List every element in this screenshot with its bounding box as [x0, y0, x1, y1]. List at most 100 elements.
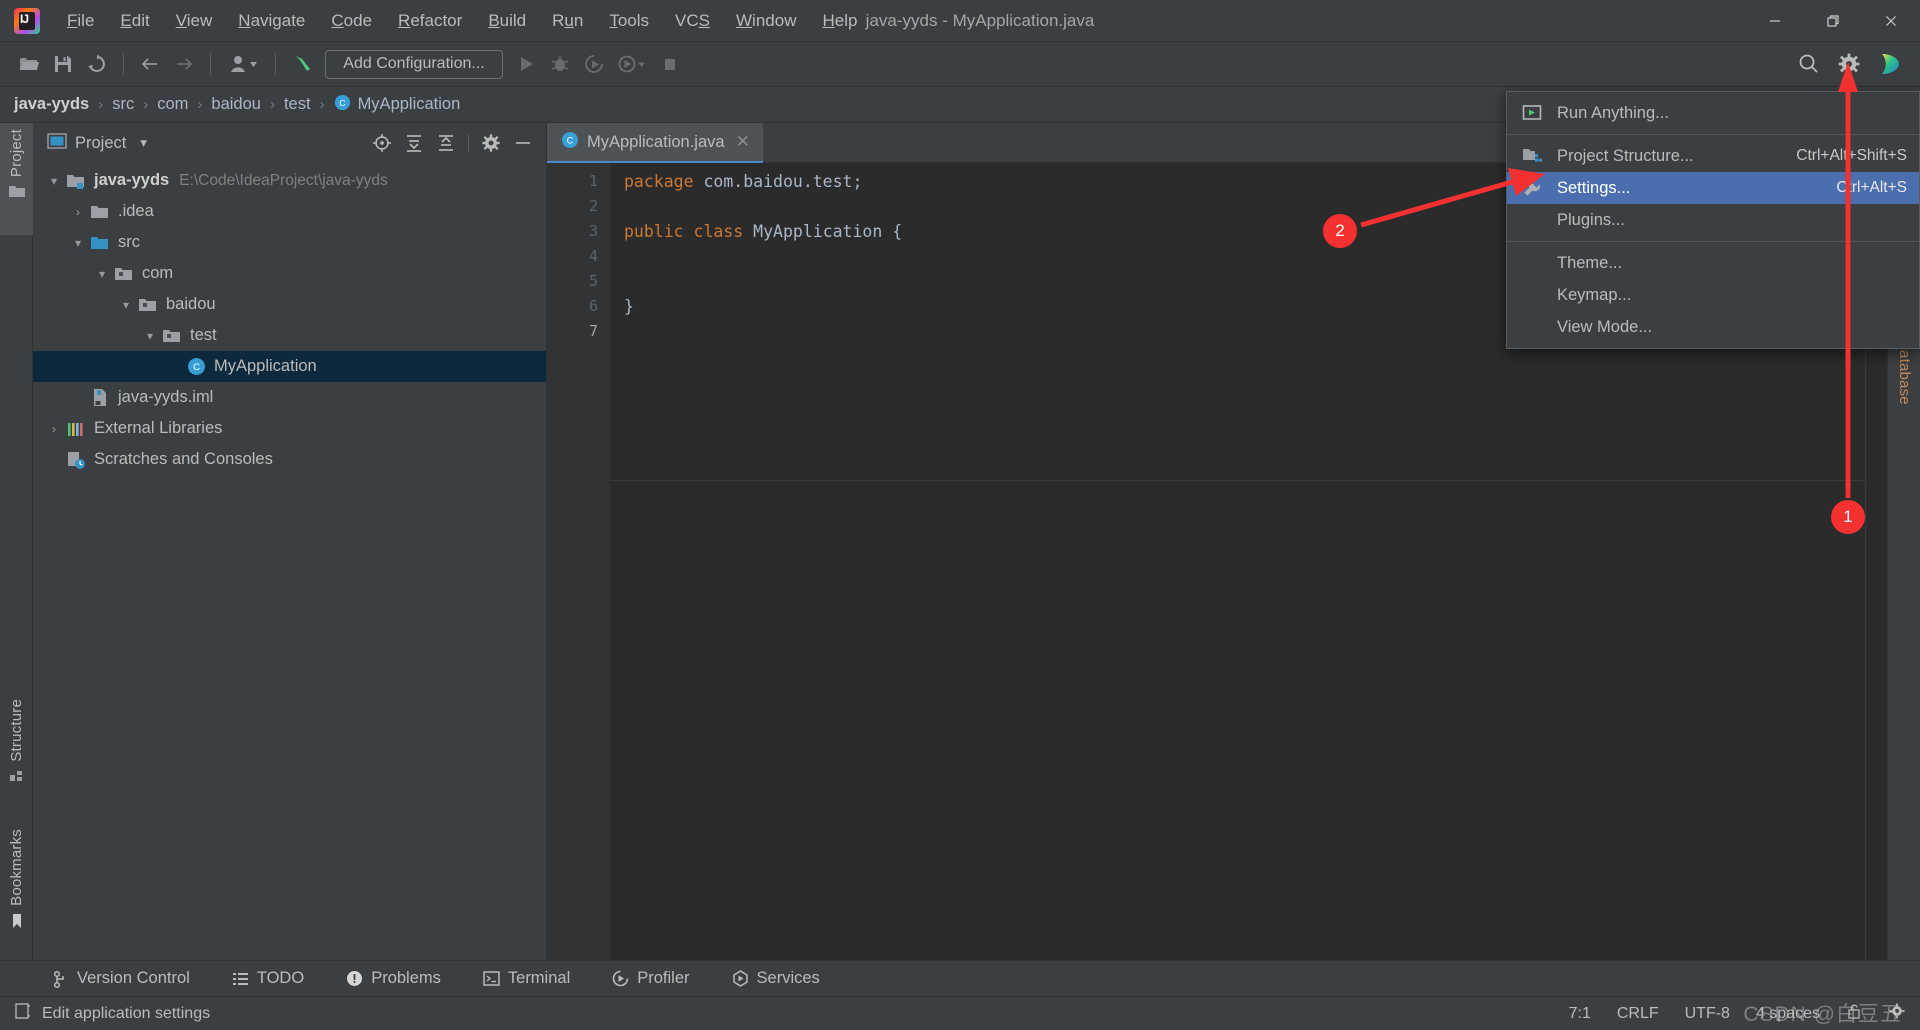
line-separator[interactable]: CRLF [1617, 1005, 1659, 1023]
menu-item-viewmode[interactable]: View Mode... [1507, 311, 1919, 343]
stop-icon[interactable] [653, 47, 687, 81]
synchronize-icon[interactable] [80, 47, 114, 81]
run-configuration-selector[interactable]: Add Configuration... [325, 50, 503, 79]
breadcrumb-item-baidou[interactable]: baidou [211, 95, 261, 114]
menu-refactor[interactable]: Refactor [385, 7, 475, 35]
chevron-down-icon[interactable]: ▾ [140, 135, 147, 151]
indent-setting[interactable]: 4 spaces [1756, 1005, 1820, 1023]
tree-node-scratchesandconsoles[interactable]: Scratches and Consoles [33, 444, 546, 475]
tree-node-src[interactable]: ▾ src [33, 227, 546, 258]
tree-node-idea[interactable]: ›.idea [33, 196, 546, 227]
menu-vcs[interactable]: VCS [662, 7, 723, 35]
project-tree[interactable]: ▾java-yydsE:\Code\IdeaProject\java-yyds›… [33, 163, 546, 475]
select-opened-file-icon[interactable] [367, 128, 397, 158]
menu-window[interactable]: Window [723, 7, 809, 35]
breadcrumb-item-class[interactable]: CMyApplication [334, 94, 461, 116]
toolwindow-todo[interactable]: TODO [226, 966, 310, 991]
sidebar-item-database[interactable]: Database [1888, 333, 1920, 461]
unlock-icon[interactable] [1846, 1002, 1862, 1025]
menu-build[interactable]: Build [475, 7, 539, 35]
tree-node-label: External Libraries [94, 419, 222, 438]
settings-popup-menu[interactable]: Run Anything... Project Structure...Ctrl+… [1506, 91, 1920, 349]
search-everywhere-icon[interactable] [1792, 47, 1826, 81]
menu-item-label: Keymap... [1557, 286, 1893, 305]
build-project-icon[interactable] [285, 47, 319, 81]
project-panel-title: Project [75, 134, 126, 153]
tree-node-javayyds[interactable]: ▾java-yydsE:\Code\IdeaProject\java-yyds [33, 165, 546, 196]
breadcrumb-separator: › [270, 96, 275, 113]
navigate-forward-icon[interactable] [167, 47, 201, 81]
status-message-group: Edit application settings [14, 1002, 210, 1025]
minimize-button[interactable] [1746, 0, 1804, 42]
tree-node-label: com [142, 264, 173, 283]
debug-icon[interactable] [543, 47, 577, 81]
menu-item-settings[interactable]: Settings...Ctrl+Alt+S [1507, 172, 1919, 204]
chevron-right-icon[interactable]: › [43, 422, 65, 436]
toolwindow-versioncontrol[interactable]: Version Control [46, 966, 196, 991]
breadcrumb-item-src[interactable]: src [112, 95, 134, 114]
tree-node-baidou[interactable]: ▾baidou [33, 289, 546, 320]
inspections-icon[interactable] [1888, 1002, 1906, 1025]
menu-tools[interactable]: Tools [596, 7, 662, 35]
close-icon[interactable]: ✕ [733, 132, 753, 152]
open-project-icon[interactable] [12, 47, 46, 81]
sidebar-item-project[interactable]: Project [0, 123, 33, 235]
navigate-back-icon[interactable] [133, 47, 167, 81]
settings-gear-icon[interactable] [1832, 47, 1866, 81]
maximize-restore-button[interactable] [1804, 0, 1862, 42]
chevron-down-icon[interactable]: ▾ [43, 174, 65, 188]
toolwindow-problems[interactable]: Problems [340, 966, 447, 991]
menu-file[interactable]: File [54, 7, 107, 35]
menu-code[interactable]: Code [318, 7, 385, 35]
chevron-down-icon[interactable]: ▾ [139, 329, 161, 343]
save-all-icon[interactable] [46, 47, 80, 81]
menu-item-runanything[interactable]: Run Anything... [1507, 97, 1919, 129]
menu-navigate[interactable]: Navigate [225, 7, 318, 35]
menu-help[interactable]: Help [809, 7, 870, 35]
user-profile-icon[interactable] [220, 47, 266, 81]
chevron-down-icon[interactable]: ▾ [91, 267, 113, 281]
menu-edit[interactable]: Edit [107, 7, 162, 35]
close-button[interactable] [1862, 0, 1920, 42]
caret-position[interactable]: 7:1 [1569, 1005, 1591, 1023]
breadcrumb-item-com[interactable]: com [157, 95, 188, 114]
run-with-coverage-icon[interactable] [577, 47, 611, 81]
toolwindow-label: Terminal [508, 969, 570, 988]
menu-item-theme[interactable]: Theme... [1507, 247, 1919, 279]
chevron-right-icon[interactable]: › [67, 205, 89, 219]
file-encoding[interactable]: UTF-8 [1685, 1005, 1730, 1023]
editor-tab-label: MyApplication.java [587, 133, 725, 152]
tree-node-javayydsiml[interactable]: java-yyds.iml [33, 382, 546, 413]
toolwindow-profiler[interactable]: Profiler [606, 966, 695, 991]
chevron-down-icon[interactable]: ▾ [67, 236, 89, 250]
hide-panel-icon[interactable] [508, 128, 538, 158]
window-controls[interactable] [1746, 0, 1920, 42]
menu-item-projectstructure[interactable]: Project Structure...Ctrl+Alt+Shift+S [1507, 140, 1919, 172]
tree-node-test[interactable]: ▾test [33, 320, 546, 351]
tree-node-com[interactable]: ▾ com [33, 258, 546, 289]
tree-node-label: src [118, 233, 140, 252]
editor-tab-myapplication[interactable]: C MyApplication.java ✕ [547, 123, 763, 163]
run-icon[interactable] [509, 47, 543, 81]
sidebar-item-bookmarks[interactable]: Bookmarks [0, 823, 33, 965]
toolwindow-terminal[interactable]: Terminal [477, 966, 576, 991]
ide-updates-icon[interactable] [1872, 47, 1906, 81]
menu-bar[interactable]: FileEditViewNavigateCodeRefactorBuildRun… [54, 7, 870, 35]
collapse-all-icon[interactable] [431, 128, 461, 158]
chevron-down-icon[interactable]: ▾ [115, 298, 137, 312]
profile-icon[interactable] [611, 47, 653, 81]
tree-node-externallibraries[interactable]: › External Libraries [33, 413, 546, 444]
toolwindow-label: Services [757, 969, 820, 988]
menu-view[interactable]: View [163, 7, 226, 35]
settings-gear-icon[interactable] [476, 128, 506, 158]
menu-run[interactable]: Run [539, 7, 596, 35]
expand-all-icon[interactable] [399, 128, 429, 158]
toolwindow-services[interactable]: Services [726, 966, 826, 991]
menu-item-plugins[interactable]: Plugins... [1507, 204, 1919, 236]
breadcrumb-item-test[interactable]: test [284, 95, 311, 114]
sidebar-item-structure[interactable]: Structure [0, 693, 33, 813]
tool-window-bar[interactable]: Version Control TODO Problems Terminal Profi… [0, 960, 1920, 996]
tree-node-myapplication[interactable]: CMyApplication [33, 351, 546, 382]
menu-item-keymap[interactable]: Keymap... [1507, 279, 1919, 311]
breadcrumb-item-javayyds[interactable]: java-yyds [14, 95, 89, 114]
